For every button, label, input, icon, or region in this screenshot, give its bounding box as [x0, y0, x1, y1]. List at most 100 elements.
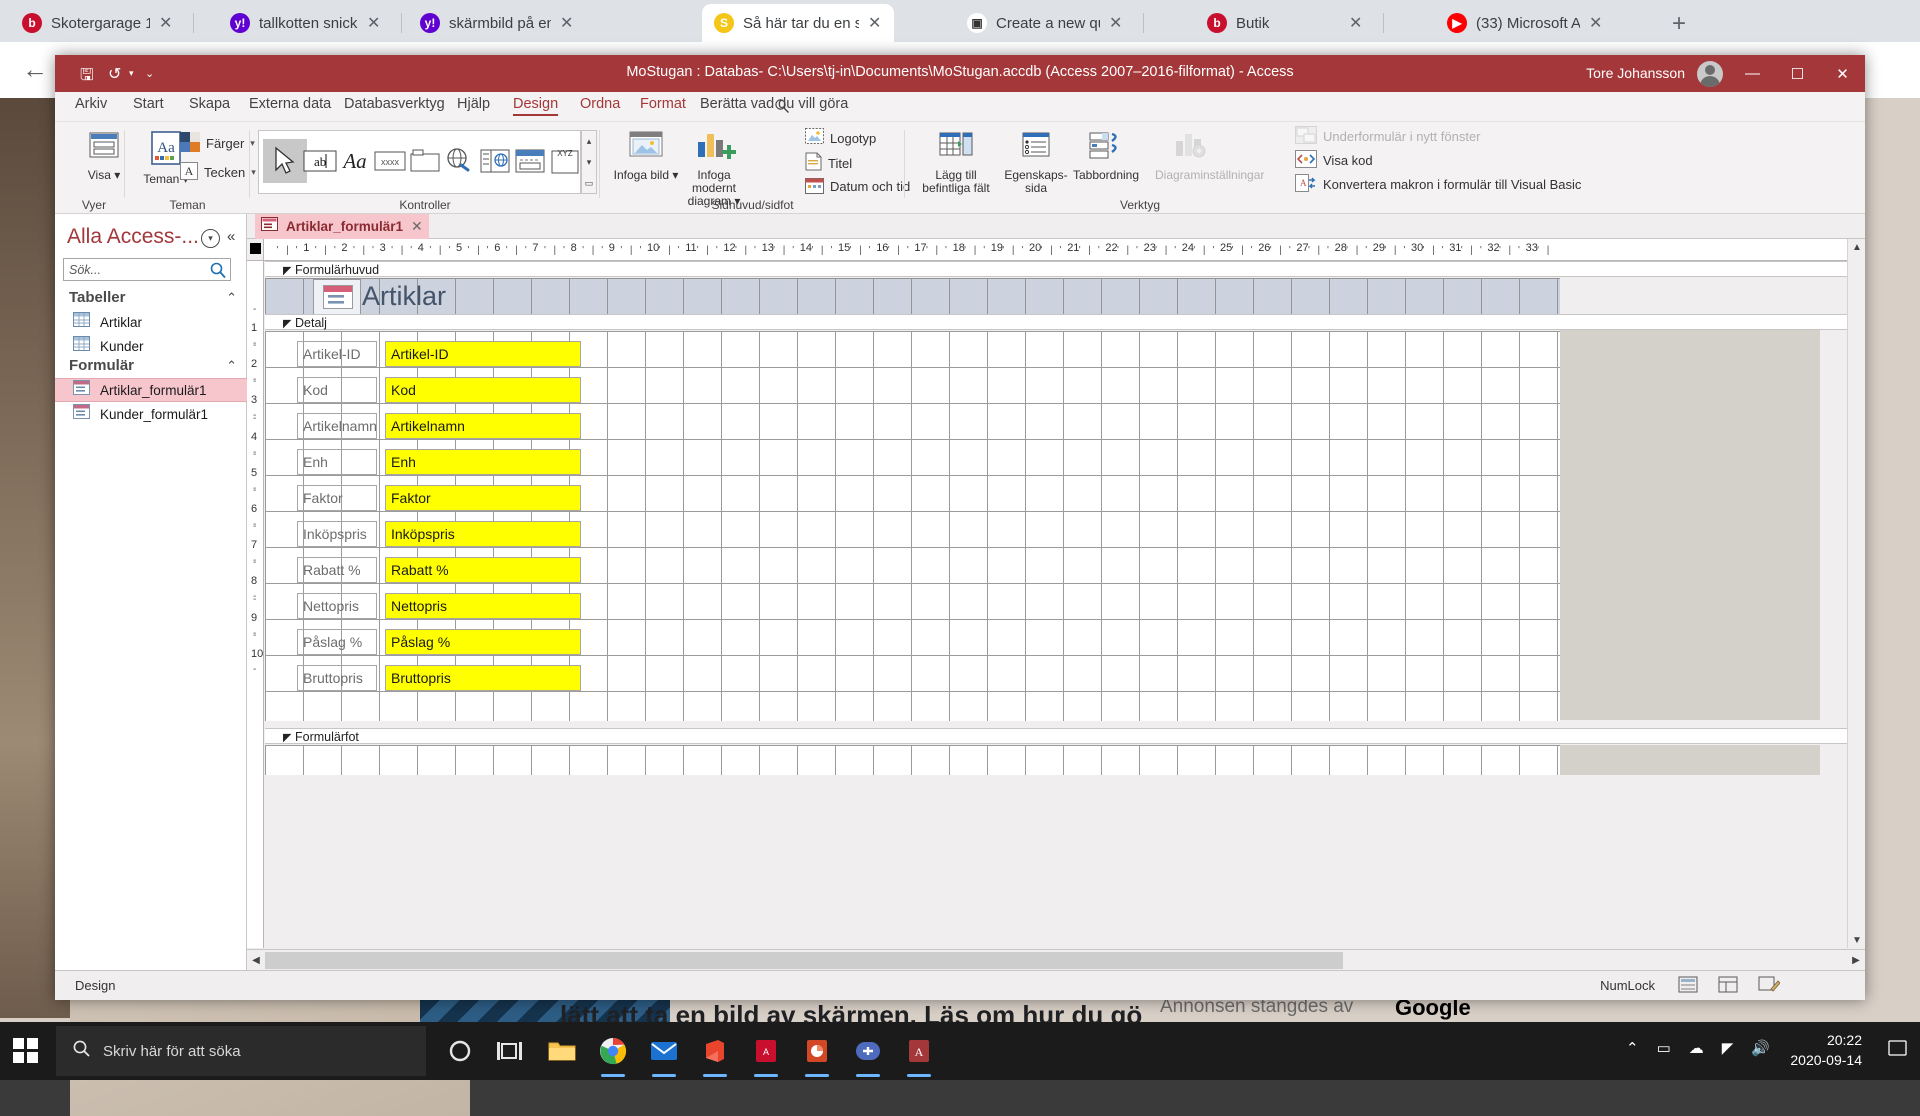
field-textbox-3[interactable]: Enh [385, 449, 581, 475]
nav-item-kunder-formulär1[interactable]: Kunder_formulär1 [55, 402, 247, 426]
task-view-icon[interactable] [491, 1031, 531, 1071]
ribbon-button-diagraminställningar[interactable]: Diagraminställningar [1155, 130, 1264, 182]
field-textbox-5[interactable]: Inköpspris [385, 521, 581, 547]
close-icon[interactable]: ✕ [159, 13, 175, 33]
ribbon-tab-externa-data[interactable]: Externa data [249, 96, 331, 112]
new-tab-button[interactable]: + [1664, 10, 1694, 40]
field-label-3[interactable]: Enh [297, 449, 377, 475]
pdf-icon[interactable]: A [746, 1031, 786, 1077]
close-icon[interactable]: ✕ [868, 13, 884, 33]
browser-tab-1[interactable]: y! tallkotten snickeri – Yah ✕ [218, 4, 393, 42]
mail-icon[interactable] [644, 1031, 684, 1077]
ribbon-item-underformulär-i-nytt-fönster[interactable]: Underformulär i nytt fönster [1295, 126, 1481, 147]
battery-icon[interactable]: ▭ [1657, 1039, 1671, 1057]
field-textbox-7[interactable]: Nettopris [385, 593, 581, 619]
field-textbox-1[interactable]: Kod [385, 377, 581, 403]
powerpoint-icon[interactable] [797, 1031, 837, 1077]
field-label-7[interactable]: Nettopris [297, 593, 377, 619]
ribbon-item-datum-och-tid[interactable]: Datum och tid [805, 176, 910, 197]
ribbon-item-tecken[interactable]: A Tecken ▾ [180, 162, 256, 183]
close-icon[interactable]: ✕ [411, 218, 423, 235]
form-header-section[interactable] [265, 278, 1560, 314]
back-icon[interactable]: ← [22, 54, 48, 85]
section-bar-detalj[interactable]: ◤ Detalj [265, 314, 1847, 330]
taskbar-search-input[interactable]: Skriv här för att söka [56, 1026, 426, 1076]
windows-start-icon[interactable] [6, 1031, 46, 1071]
field-label-6[interactable]: Rabatt % [297, 557, 377, 583]
access-icon[interactable]: A [899, 1031, 939, 1077]
field-label-9[interactable]: Bruttopris [297, 665, 377, 691]
browser-tab-4[interactable]: ▣ Create a new question ✕ [955, 4, 1135, 42]
close-icon[interactable]: ✕ [367, 13, 383, 33]
office-icon[interactable] [695, 1031, 735, 1077]
section-collapse-icon[interactable]: ◤ [283, 264, 291, 277]
close-icon[interactable]: ✕ [1589, 13, 1605, 33]
account-name[interactable]: Tore Johansson [1586, 65, 1685, 81]
nav-item-artiklar[interactable]: Artiklar [55, 310, 247, 334]
nav-item-artiklar-formulär1[interactable]: Artiklar_formulär1 [55, 378, 247, 402]
navigation-pane-dropdown[interactable]: ▾ [201, 229, 220, 248]
ribbon-tab-hj-lp[interactable]: Hjälp [457, 96, 490, 112]
chevron-up-icon[interactable]: ⌃ [226, 358, 237, 374]
chrome-icon[interactable] [593, 1031, 633, 1077]
layout-view-icon[interactable] [1718, 976, 1740, 996]
taskbar-clock[interactable]: 20:22 2020-09-14 [1790, 1030, 1862, 1070]
teams-icon[interactable] [848, 1031, 888, 1077]
browser-tab-6[interactable]: ▶ (33) Microsoft Access 2 ✕ [1435, 4, 1615, 42]
field-textbox-0[interactable]: Artikel-ID [385, 341, 581, 367]
scroll-left-icon[interactable]: ◀ [248, 952, 264, 969]
browser-tab-0[interactable]: b Skotergarage 11m2 sälj ✕ [10, 4, 185, 42]
navigation-search-input[interactable]: Sök... [63, 258, 231, 281]
close-button[interactable]: ✕ [1820, 55, 1865, 92]
ribbon-button-infoga-bild[interactable]: Infoga bild ▾ [610, 130, 682, 182]
nav-group-tabeller[interactable]: Tabeller ⌃ [55, 286, 247, 310]
minimize-button[interactable]: — [1730, 55, 1775, 92]
file-explorer-icon[interactable] [542, 1031, 582, 1071]
horizontal-scrollbar[interactable]: ◀ ▶ [247, 949, 1865, 970]
browser-tab-3[interactable]: S Så här tar du en skärmd ✕ [702, 4, 894, 42]
form-header-logo[interactable] [313, 279, 361, 315]
onedrive-icon[interactable]: ☁ [1689, 1039, 1704, 1057]
navigation-pane-collapse-button[interactable]: « [227, 228, 235, 245]
cortana-icon[interactable] [440, 1031, 480, 1071]
horizontal-scroll-thumb[interactable] [265, 952, 1343, 969]
field-textbox-2[interactable]: Artikelnamn [385, 413, 581, 439]
volume-icon[interactable]: 🔊 [1751, 1039, 1770, 1057]
form-footer-section[interactable] [265, 745, 1560, 775]
ribbon-item-färger[interactable]: Färger ▾ [180, 132, 255, 155]
show-hidden-icons[interactable]: ⌃ [1626, 1039, 1639, 1057]
field-label-2[interactable]: Artikelnamn [297, 413, 377, 439]
form-header-title[interactable]: Artiklar [362, 281, 446, 312]
field-textbox-9[interactable]: Bruttopris [385, 665, 581, 691]
vertical-scrollbar[interactable]: ▲ ▼ [1847, 239, 1865, 948]
field-textbox-4[interactable]: Faktor [385, 485, 581, 511]
avatar[interactable] [1697, 61, 1723, 87]
form-selector[interactable] [247, 239, 264, 260]
close-icon[interactable]: ✕ [1109, 13, 1125, 33]
scroll-right-icon[interactable]: ▶ [1848, 952, 1864, 969]
document-tab-artiklar-formular1[interactable]: Artiklar_formulär1 ✕ [255, 214, 429, 239]
section-bar-formulärhuvud[interactable]: ◤ Formulärhuvud [265, 261, 1847, 277]
ribbon-button-tabbordning[interactable]: Tabbordning [1070, 130, 1142, 182]
form-design-canvas[interactable]: ◤ Formulärhuvud Artiklar ◤ Detalj Artikel-ID A… [265, 261, 1847, 948]
close-icon[interactable]: ✕ [1349, 13, 1365, 33]
field-textbox-6[interactable]: Rabatt % [385, 557, 581, 583]
design-view-icon[interactable] [1758, 976, 1781, 996]
ribbon-item-visa-kod[interactable]: Visa kod [1295, 150, 1373, 171]
ribbon-tab-arkiv[interactable]: Arkiv [75, 96, 107, 112]
network-icon[interactable]: ◤ [1722, 1039, 1734, 1057]
nav-group-formulär[interactable]: Formulär ⌃ [55, 354, 247, 378]
maximize-button[interactable]: ☐ [1775, 55, 1820, 92]
scroll-up-icon[interactable]: ▲ [1849, 239, 1865, 255]
chevron-up-icon[interactable]: ⌃ [226, 290, 237, 306]
ribbon-tab-design[interactable]: Design [513, 96, 559, 116]
search-icon[interactable] [209, 261, 227, 284]
ribbon-button-lägg-till-befintliga-fält[interactable]: Lägg till befintliga fält [920, 130, 992, 195]
close-icon[interactable]: ✕ [560, 13, 576, 33]
field-label-0[interactable]: Artikel-ID [297, 341, 377, 367]
ribbon-tab-ordna[interactable]: Ordna [580, 96, 620, 112]
section-collapse-icon[interactable]: ◤ [283, 731, 291, 744]
ribbon-item-titel[interactable]: Titel [805, 152, 852, 174]
ribbon-tab-format[interactable]: Format [640, 96, 686, 112]
section-bar-formulärfot[interactable]: ◤ Formulärfot [265, 728, 1847, 744]
